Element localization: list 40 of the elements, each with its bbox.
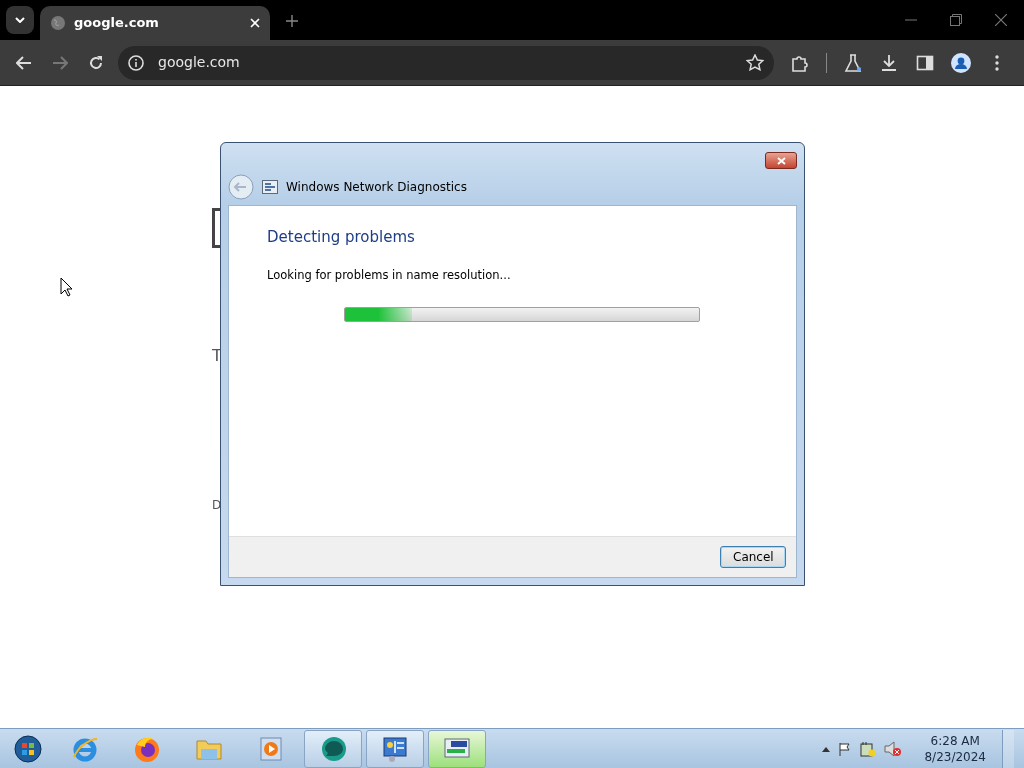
up-arrow-icon[interactable] xyxy=(822,745,831,752)
restore-icon[interactable] xyxy=(950,14,962,26)
star-icon[interactable] xyxy=(746,54,764,71)
reload-icon[interactable] xyxy=(88,54,104,71)
address-bar[interactable]: google.com xyxy=(118,45,774,80)
start-orb-icon xyxy=(14,734,42,763)
taskbar-button[interactable] xyxy=(304,729,362,768)
page-text: D xyxy=(212,497,222,514)
clock-date[interactable]: 8/23/2024 xyxy=(924,748,986,765)
network-icon[interactable] xyxy=(860,740,877,757)
menu-icon[interactable] xyxy=(995,54,999,71)
taskbar-button[interactable] xyxy=(366,729,424,768)
profile-avatar-icon[interactable] xyxy=(951,52,971,73)
globe-icon xyxy=(50,15,66,31)
clock-time[interactable]: 6:28 AM xyxy=(930,732,980,749)
forward-arrow-icon[interactable] xyxy=(52,55,68,70)
puzzle-piece-icon[interactable] xyxy=(791,53,809,72)
flag-icon[interactable] xyxy=(838,741,853,756)
status-text: Looking for problems in name resolution... xyxy=(267,266,512,284)
browser-tab[interactable]: google.com xyxy=(40,6,270,40)
plus-icon[interactable] xyxy=(286,14,298,27)
chevron-down-icon xyxy=(15,17,25,23)
taskbar-button[interactable] xyxy=(428,729,486,768)
close-button[interactable] xyxy=(765,152,797,169)
dialog-title: Windows Network Diagnostics xyxy=(286,179,467,196)
download-icon[interactable] xyxy=(880,53,898,72)
speaker-muted-icon[interactable] xyxy=(884,740,903,757)
mouse-pointer-icon xyxy=(60,276,74,297)
network-settings-icon xyxy=(381,734,409,763)
flask-icon[interactable] xyxy=(844,53,862,72)
play-icon xyxy=(257,734,285,763)
info-icon[interactable] xyxy=(128,54,144,71)
dialog-heading: Detecting problems xyxy=(267,227,416,248)
network-diagnostics-icon xyxy=(262,180,278,194)
tab-list-button[interactable] xyxy=(6,6,34,34)
chat-bubble-icon xyxy=(319,734,347,763)
cancel-button[interactable]: Cancel xyxy=(720,546,786,568)
close-icon xyxy=(776,156,786,165)
side-panel-icon[interactable] xyxy=(916,53,934,72)
tab-title: google.com xyxy=(74,14,160,33)
